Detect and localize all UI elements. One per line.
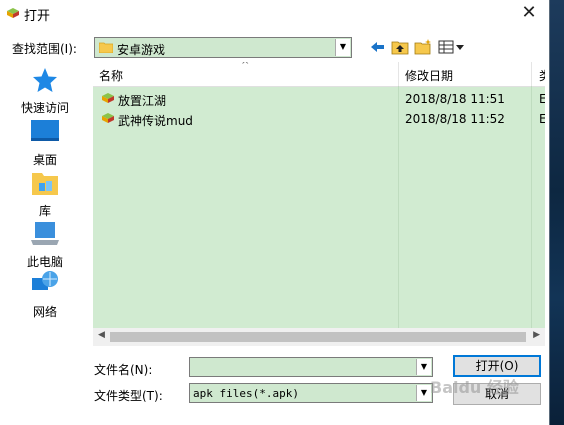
file-type-label: 文件类型(T):: [94, 389, 163, 403]
file-type: E: [539, 92, 545, 106]
sort-caret-icon: ^: [241, 62, 250, 71]
chevron-down-icon[interactable]: ▼: [416, 385, 431, 401]
look-in-value: 安卓游戏: [117, 43, 166, 57]
file-type: E: [539, 112, 545, 126]
place-label: 库: [38, 204, 51, 218]
place-label: 快速访问: [20, 101, 69, 115]
table-row[interactable]: 放置江湖 2018/8/18 11:51 E: [93, 89, 545, 109]
place-label: 网络: [32, 305, 57, 319]
chevron-down-icon: ▼: [335, 39, 350, 56]
library-icon: [32, 173, 58, 195]
window-title: 打开: [24, 9, 51, 24]
column-header-date[interactable]: 修改日期: [405, 67, 453, 84]
file-name-label: 文件名(N):: [94, 363, 153, 377]
open-file-dialog: 打开 ✕ 查找范围(I): 安卓游戏 ▼ 快速访问 桌面 库 此电脑 网络 名称…: [0, 0, 550, 425]
folder-icon: [99, 42, 113, 53]
view-menu-icon[interactable]: [437, 38, 467, 56]
table-row[interactable]: 武神传说mud 2018/8/18 11:52 E: [93, 109, 545, 129]
column-header-type[interactable]: 类: [539, 67, 545, 84]
scroll-right-icon[interactable]: ▶: [533, 330, 540, 340]
column-separator[interactable]: [531, 62, 532, 86]
file-name-input[interactable]: ▼: [189, 357, 433, 377]
bluestacks-file-icon: [102, 113, 114, 123]
place-label: 此电脑: [26, 255, 63, 269]
computer-icon: [31, 222, 59, 245]
title-bar: 打开 ✕: [0, 0, 549, 28]
network-icon: [32, 271, 58, 290]
place-desktop[interactable]: 桌面: [8, 118, 82, 168]
back-arrow-icon[interactable]: [368, 38, 388, 56]
file-date: 2018/8/18 11:51: [405, 92, 505, 106]
place-network[interactable]: 网络: [8, 270, 82, 320]
look-in-label: 查找范围(I):: [12, 42, 77, 56]
horizontal-scrollbar[interactable]: ◀ ▶: [93, 328, 545, 346]
place-label: 桌面: [32, 153, 57, 167]
file-name: 武神传说mud: [118, 114, 193, 128]
bluestacks-file-icon: [102, 93, 114, 103]
file-list[interactable]: 名称 ^ 修改日期 类 放置江湖 2018/8/18 11:51 E: [93, 62, 545, 346]
up-folder-icon[interactable]: [390, 38, 410, 56]
desktop-icon: [31, 120, 59, 141]
file-name: 放置江湖: [118, 94, 167, 108]
scrollbar-thumb[interactable]: [110, 332, 526, 342]
scroll-left-icon[interactable]: ◀: [98, 330, 105, 340]
file-type-value: apk files(*.apk): [193, 387, 299, 400]
place-quick-access[interactable]: 快速访问: [8, 66, 82, 116]
column-header-name[interactable]: 名称: [99, 67, 123, 84]
list-header: 名称 ^ 修改日期 类: [93, 62, 545, 87]
chevron-down-icon[interactable]: ▼: [416, 359, 431, 375]
file-date: 2018/8/18 11:52: [405, 112, 505, 126]
column-separator[interactable]: [398, 62, 399, 86]
baidu-watermark: Baidu 经验: [430, 378, 519, 397]
close-icon[interactable]: ✕: [519, 2, 539, 24]
bluestacks-app-icon: [7, 8, 19, 18]
place-library[interactable]: 库: [8, 169, 82, 219]
look-in-dropdown[interactable]: 安卓游戏 ▼: [94, 37, 352, 58]
new-folder-icon[interactable]: [413, 38, 433, 56]
place-this-pc[interactable]: 此电脑: [8, 220, 82, 270]
star-icon: [33, 68, 57, 92]
file-type-dropdown[interactable]: apk files(*.apk) ▼: [189, 383, 433, 403]
